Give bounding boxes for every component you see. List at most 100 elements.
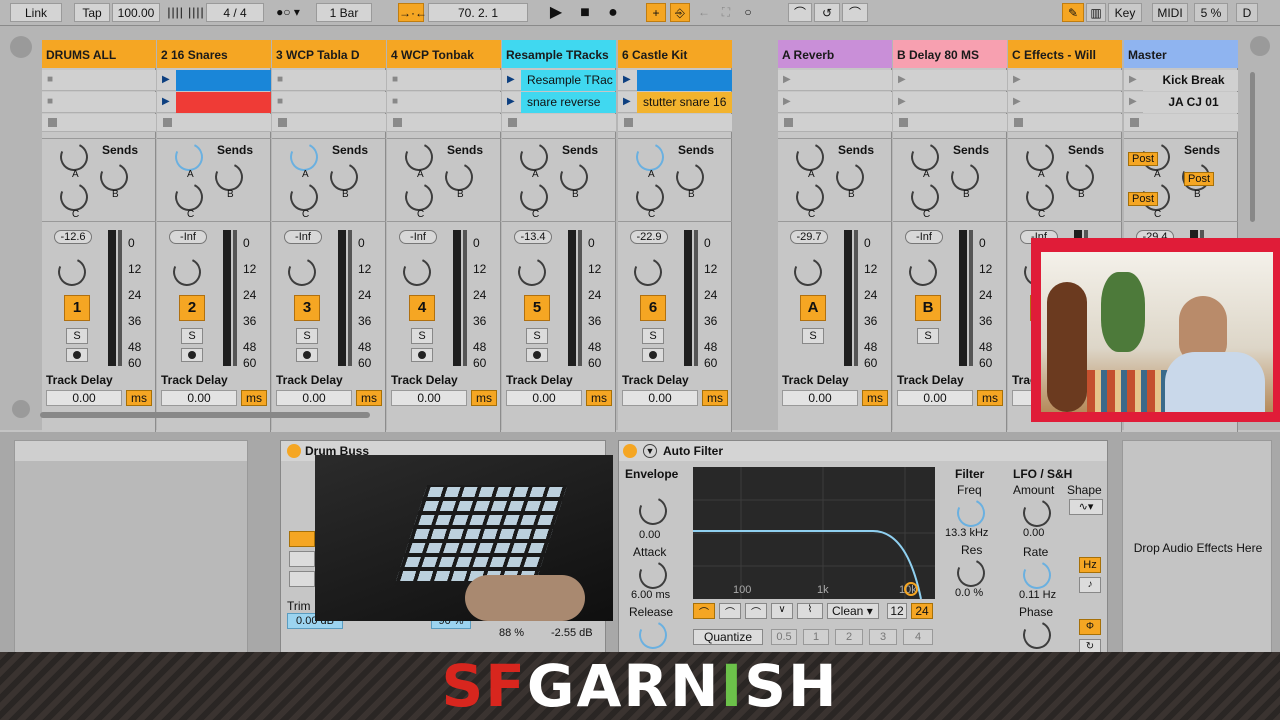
stop-slot[interactable] [42,114,156,132]
notch-icon[interactable]: ∨ [771,603,793,619]
stop-clips-icon[interactable] [48,118,57,127]
stop-slot[interactable] [1124,114,1238,132]
lfo-amount-knob[interactable] [1019,495,1055,531]
arrangement-position[interactable]: 70. 2. 1 [428,3,528,22]
pan-knob[interactable] [630,254,666,290]
track-title[interactable]: Resample TRacks [502,40,616,68]
overdub-icon[interactable]: + [646,3,666,22]
track-delay-field[interactable]: 0.00 [46,390,122,406]
track-delay-unit[interactable]: ms [471,390,497,406]
volume-fader[interactable] [969,230,973,366]
quantize-4[interactable]: 4 [903,629,933,645]
quantize-menu[interactable]: 1 Bar [316,3,372,22]
volume-field[interactable]: -22.9 [630,230,668,244]
track-delay-field[interactable]: 0.00 [622,390,698,406]
capture-icon[interactable]: ⛶ [716,3,736,22]
phase-mode-icon[interactable]: Φ [1079,619,1101,635]
envelope-knob[interactable] [635,493,671,529]
clip[interactable] [1027,92,1122,113]
clip-play-icon[interactable]: ▶ [507,97,517,107]
draw-mode-icon[interactable]: ⌒ [788,3,812,22]
stop-clips-icon[interactable] [278,118,287,127]
drop-zone[interactable]: Drop Audio Effects Here [1122,440,1272,660]
session-record-icon[interactable]: ○ [738,3,758,22]
track-activator[interactable]: 2 [179,295,205,321]
stop-slot[interactable] [1008,114,1122,132]
clip[interactable] [637,70,732,91]
record-arm-button[interactable] [181,348,203,362]
track-delay-field[interactable]: 0.00 [391,390,467,406]
loop-icon[interactable]: ↺ [814,3,840,22]
clip[interactable] [912,92,1007,113]
metronome-icon[interactable]: ●○ ▾ [268,3,308,22]
clip[interactable] [406,70,501,91]
clip-slot[interactable]: ▶ [157,92,271,113]
pan-knob[interactable] [514,254,550,290]
track-title[interactable]: 6 Castle Kit [618,40,732,68]
record-arm-button[interactable] [411,348,433,362]
volume-fader[interactable] [578,230,582,366]
clip[interactable] [797,70,892,91]
midi-map-button[interactable]: MIDI [1152,3,1188,22]
clip-stop-icon[interactable]: ■ [47,97,57,107]
solo-button[interactable]: S [526,328,548,344]
stop-slot[interactable] [157,114,271,132]
solo-button[interactable]: S [296,328,318,344]
stop-slot[interactable] [502,114,616,132]
lowpass-icon[interactable]: ⌒ [693,603,715,619]
volume-fader[interactable] [694,230,698,366]
device-on-icon[interactable] [623,444,637,458]
clip-slot[interactable]: ▶ [893,70,1007,91]
pencil-icon[interactable]: ✎ [1062,3,1084,22]
res-knob[interactable] [953,555,989,591]
track-delay-unit[interactable]: ms [977,390,1003,406]
track-delay-unit[interactable]: ms [241,390,267,406]
vertical-scrollbar[interactable] [1250,72,1255,222]
volume-field[interactable]: -12.6 [54,230,92,244]
clip[interactable] [176,70,271,91]
freq-knob[interactable] [953,495,989,531]
fold-icon[interactable]: ▼ [643,444,657,458]
groove-icon[interactable] [12,400,30,418]
clip-slot[interactable]: ■ [387,92,501,113]
quantize-2[interactable]: 2 [835,629,863,645]
nudge-icon[interactable]: |||| |||| [166,3,206,22]
track-activator[interactable]: 4 [409,295,435,321]
link-button[interactable]: Link [10,3,62,22]
quantize-3[interactable]: 3 [869,629,897,645]
clip-slot[interactable]: ■ [387,70,501,91]
pan-knob[interactable] [169,254,205,290]
clip[interactable]: Kick Break [1143,70,1238,91]
clip-slot[interactable]: ▶ stutter snare 16 [618,92,732,113]
follow-icon[interactable]: →·← [398,3,427,22]
slope-24-button[interactable]: 24 [911,603,933,619]
post-button[interactable]: Post [1128,152,1158,166]
clip-play-icon[interactable]: ▶ [162,97,172,107]
clip-play-icon[interactable]: ▶ [1013,75,1023,85]
volume-fader[interactable] [233,230,237,366]
track-title[interactable]: C Effects - Will [1008,40,1122,68]
punch-icon[interactable]: ⌒ [842,3,868,22]
clip-slot[interactable]: ▶ JA CJ 01 [1124,92,1238,113]
clip-slot[interactable]: ■ [272,92,386,113]
hard-button[interactable] [289,571,315,587]
volume-field[interactable]: -Inf [169,230,207,244]
device-on-icon[interactable] [287,444,301,458]
post-button[interactable]: Post [1128,192,1158,206]
quantize-button[interactable]: Quantize [693,629,763,645]
solo-button[interactable]: S [642,328,664,344]
clip-stop-icon[interactable]: ■ [392,75,402,85]
collapse-icon[interactable] [10,36,32,58]
volume-fader[interactable] [348,230,352,366]
track-title[interactable]: B Delay 80 MS [893,40,1007,68]
stop-icon[interactable]: ■ [574,3,596,22]
record-icon[interactable]: ● [602,3,624,22]
hz-button[interactable]: Hz [1079,557,1101,573]
bandpass-icon[interactable]: ⌒ [745,603,767,619]
morph-icon[interactable]: ⌇ [797,603,823,619]
track-title[interactable]: 3 WCP Tabla D [272,40,386,68]
track-title[interactable]: Master [1124,40,1238,68]
clip-slot[interactable]: ▶ Kick Break [1124,70,1238,91]
clip-slot[interactable]: ■ [272,70,386,91]
clip-play-icon[interactable]: ▶ [1013,97,1023,107]
